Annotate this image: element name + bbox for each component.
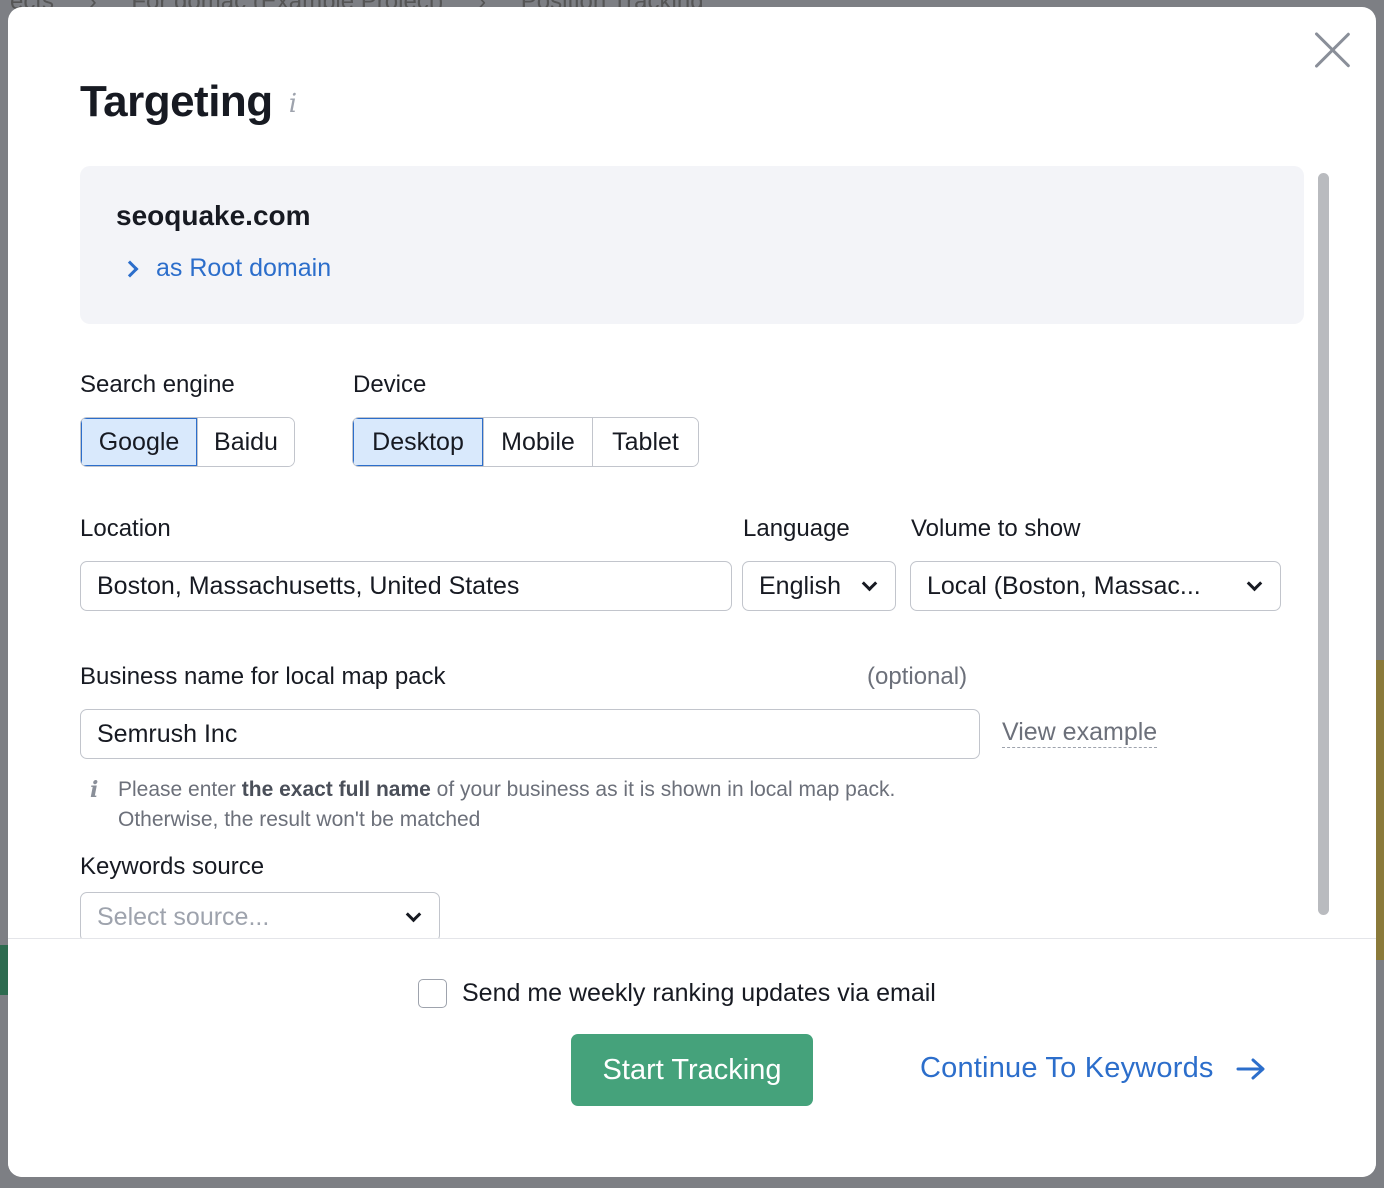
hint-text: of your business as it is shown in local… bbox=[430, 778, 896, 801]
domain-name: seoquake.com bbox=[116, 200, 311, 231]
weekly-updates-checkbox[interactable] bbox=[418, 979, 447, 1008]
device-label: Device bbox=[353, 371, 427, 398]
chevron-right-icon bbox=[121, 260, 139, 277]
business-name-value: Semrush Inc bbox=[97, 719, 238, 748]
scrollbar[interactable] bbox=[1318, 173, 1329, 915]
weekly-updates-option[interactable]: Send me weekly ranking updates via email bbox=[418, 979, 936, 1008]
volume-value: Local (Boston, Massac... bbox=[927, 571, 1201, 600]
domain-card: seoquake.com as Root domain bbox=[80, 166, 1304, 324]
view-example-link[interactable]: View example bbox=[1002, 717, 1158, 748]
business-name-hint: Please enter the exact full name of your… bbox=[118, 775, 1018, 835]
hint-text: Please enter bbox=[118, 778, 242, 801]
close-icon[interactable] bbox=[1314, 32, 1350, 68]
device-mobile[interactable]: Mobile bbox=[484, 418, 593, 466]
location-label: Location bbox=[80, 515, 171, 542]
hint-text: Otherwise, the result won't be matched bbox=[118, 808, 481, 831]
targeting-dialog: Targeting i seoquake.com as Root domain … bbox=[8, 7, 1376, 1177]
search-engine-label: Search engine bbox=[80, 371, 235, 398]
language-value: English bbox=[759, 571, 841, 600]
device-desktop[interactable]: Desktop bbox=[353, 418, 484, 466]
domain-scope-label: as Root domain bbox=[156, 254, 332, 282]
dialog-header: Targeting i bbox=[80, 77, 297, 127]
business-name-input[interactable]: Semrush Inc bbox=[80, 709, 980, 759]
device-tablet[interactable]: Tablet bbox=[593, 418, 698, 466]
dialog-footer: Send me weekly ranking updates via email… bbox=[8, 938, 1376, 1177]
search-engine-baidu[interactable]: Baidu bbox=[198, 418, 294, 466]
location-input[interactable]: Boston, Massachusetts, United States bbox=[80, 561, 732, 611]
keywords-source-label: Keywords source bbox=[80, 853, 265, 880]
search-engine-toggle: Google Baidu bbox=[80, 417, 295, 467]
chevron-down-icon bbox=[405, 906, 422, 922]
volume-select[interactable]: Local (Boston, Massac... bbox=[910, 561, 1281, 611]
volume-label: Volume to show bbox=[911, 515, 1081, 542]
continue-to-keywords-link[interactable]: Continue To Keywords bbox=[920, 1052, 1266, 1085]
chevron-down-icon bbox=[1246, 575, 1263, 591]
domain-scope-link[interactable]: as Root domain bbox=[121, 254, 332, 283]
language-label: Language bbox=[743, 515, 850, 542]
info-icon[interactable]: i bbox=[289, 89, 297, 119]
business-name-label: Business name for local map pack bbox=[80, 663, 446, 690]
device-toggle: Desktop Mobile Tablet bbox=[352, 417, 699, 467]
arrow-right-icon bbox=[1236, 1058, 1266, 1080]
search-engine-google[interactable]: Google bbox=[81, 418, 198, 466]
weekly-updates-label: Send me weekly ranking updates via email bbox=[462, 979, 936, 1007]
continue-label: Continue To Keywords bbox=[920, 1052, 1214, 1084]
start-tracking-button[interactable]: Start Tracking bbox=[571, 1034, 813, 1106]
optional-label: (optional) bbox=[867, 663, 968, 690]
chevron-down-icon bbox=[861, 575, 878, 591]
keywords-source-select[interactable]: Select source... bbox=[80, 892, 440, 942]
keywords-source-placeholder: Select source... bbox=[97, 902, 270, 931]
location-value: Boston, Massachusetts, United States bbox=[97, 571, 520, 600]
hint-emphasis: the exact full name bbox=[241, 778, 431, 801]
language-select[interactable]: English bbox=[742, 561, 896, 611]
dialog-title: Targeting bbox=[80, 77, 273, 126]
info-icon: i bbox=[90, 777, 99, 803]
